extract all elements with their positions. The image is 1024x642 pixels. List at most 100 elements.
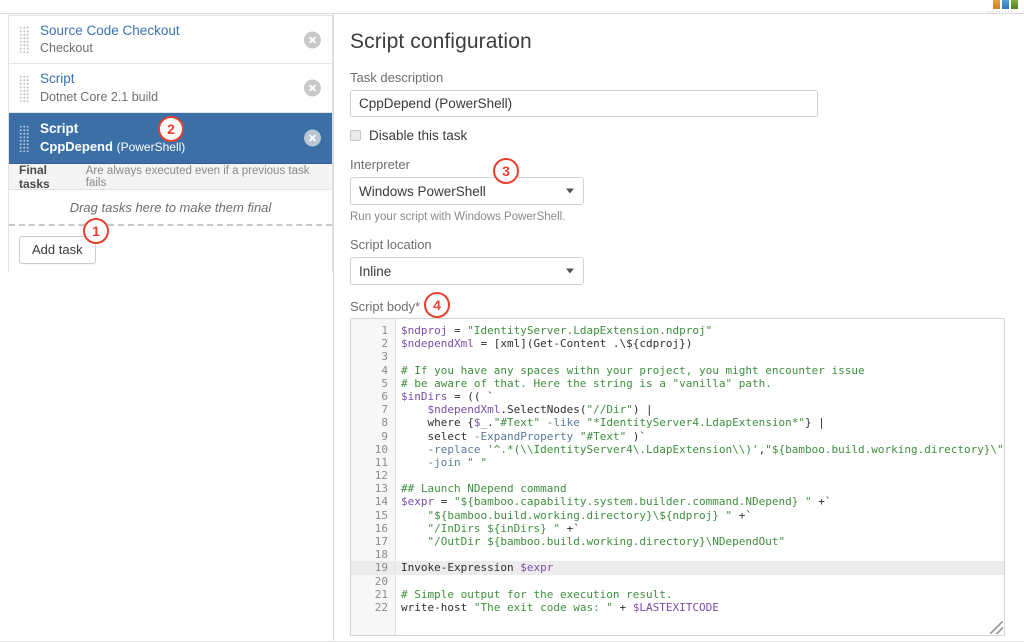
editor-line-number: 5 [351, 377, 395, 390]
code-token [401, 403, 428, 416]
code-token [573, 430, 580, 443]
disable-task-row[interactable]: Disable this task [350, 128, 1010, 143]
editor-code-line [401, 575, 1004, 588]
code-token: "IdentityServer.LdapExtension.ndproj" [467, 324, 712, 337]
remove-task-button[interactable] [304, 80, 321, 97]
editor-code-line: $inDirs = (( ` [401, 390, 1004, 403]
green-swatch-icon [1011, 0, 1018, 9]
script-body-label-text: Script body [350, 299, 415, 314]
disable-task-checkbox[interactable] [350, 130, 361, 141]
code-token: # Simple output for the execution result… [401, 588, 673, 601]
code-token: '^.*(\\IdentityServer4\.LdapExtension\\)… [487, 443, 759, 456]
editor-line-numbers: 12345678910111213141516171819202122 [351, 319, 396, 635]
task-description-input[interactable]: CppDepend (PowerShell) [350, 90, 818, 117]
code-token: "${bamboo.capability.system.builder.comm… [454, 495, 812, 508]
code-token: -like [540, 416, 586, 429]
interpreter-label: Interpreter [350, 157, 1010, 172]
code-token: write-host [401, 601, 474, 614]
code-token [401, 456, 428, 469]
editor-code-line [401, 469, 1004, 482]
browser-extension-icons [993, 0, 1018, 9]
final-tasks-note: Are always executed even if a previous t… [86, 165, 332, 189]
interpreter-selected-value: Windows PowerShell [359, 184, 486, 199]
blue-swatch-icon [1002, 0, 1009, 9]
editor-line-number: 7 [351, 403, 395, 416]
drag-handle-icon[interactable] [19, 75, 30, 102]
page-title: Script configuration [350, 30, 1010, 54]
app-root: Source Code Checkout Checkout Script Dot… [0, 0, 1024, 642]
editor-code-area[interactable]: $ndproj = "IdentityServer.LdapExtension.… [396, 319, 1004, 635]
code-token: -join [428, 456, 461, 469]
editor-code-line: write-host "The exit code was: " + $LAST… [401, 601, 1004, 614]
required-mark: * [415, 299, 420, 314]
code-token: = (( ` [447, 390, 493, 403]
editor-code-line: -join " " [401, 456, 1004, 469]
editor-code-line: $ndependXml = [xml](Get-Content .\${cdpr… [401, 337, 1004, 350]
pane-divider [333, 14, 334, 642]
close-icon [308, 134, 317, 143]
code-token: . [487, 416, 494, 429]
chevron-down-icon [566, 189, 574, 194]
code-token: $ndependXml [428, 403, 501, 416]
drag-hint-text: Drag tasks here to make them final [70, 200, 272, 215]
editor-line-number: 3 [351, 350, 395, 363]
add-task-button[interactable]: Add task [19, 236, 96, 264]
interpreter-select[interactable]: Windows PowerShell [350, 177, 584, 205]
editor-code-line: -replace '^.*(\\IdentityServer4\.LdapExt… [401, 443, 1004, 456]
remove-task-button[interactable] [304, 31, 321, 48]
chevron-down-icon [566, 269, 574, 274]
code-token: " " [467, 456, 487, 469]
script-configuration-panel: Script configuration Task description Cp… [350, 30, 1010, 319]
remove-task-button[interactable] [304, 130, 321, 147]
task-row[interactable]: Script Dotnet Core 2.1 build [9, 64, 332, 113]
code-token: $inDirs [401, 390, 447, 403]
script-location-select[interactable]: Inline [350, 257, 584, 285]
task-row[interactable]: Source Code Checkout Checkout [9, 15, 332, 64]
window-top-strip [0, 0, 1024, 13]
final-tasks-title: Final tasks [19, 163, 81, 191]
interpreter-hint: Run your script with Windows PowerShell. [350, 211, 1010, 223]
code-token: Invoke-Expression [401, 561, 520, 574]
code-token: ) | [633, 403, 653, 416]
final-tasks-header: Final tasks Are always executed even if … [9, 164, 332, 190]
task-title: Source Code Checkout [40, 23, 180, 39]
code-token: .SelectNodes( [500, 403, 586, 416]
code-token: # If you have any spaces withn your proj… [401, 364, 865, 377]
editor-code-line: "${bamboo.build.working.directory}\${ndp… [401, 509, 1004, 522]
script-location-label: Script location [350, 237, 1010, 252]
code-token: "/InDirs ${inDirs} " [428, 522, 560, 535]
editor-resize-handle[interactable] [990, 621, 1003, 634]
editor-line-number: 11 [351, 456, 395, 469]
editor-code-line: $ndproj = "IdentityServer.LdapExtension.… [401, 324, 1004, 337]
editor-code-line [401, 548, 1004, 561]
top-divider [0, 13, 1024, 14]
editor-code-line: "/OutDir ${bamboo.build.working.director… [401, 535, 1004, 548]
code-token: )` [626, 430, 646, 443]
code-token: "//Dir" [586, 403, 632, 416]
code-token: $LASTEXITCODE [633, 601, 719, 614]
code-token: where { [401, 416, 474, 429]
code-token: "*IdentityServer4.LdapExtension*" [586, 416, 805, 429]
task-subtitle-name: CppDepend [40, 139, 113, 154]
code-token: $ndependXml [401, 337, 474, 350]
code-token [401, 509, 428, 522]
drag-handle-icon[interactable] [19, 125, 30, 152]
editor-code-line: where {$_."#Text" -like "*IdentityServer… [401, 416, 1004, 429]
code-token: "#Text" [494, 416, 540, 429]
editor-line-number: 6 [351, 390, 395, 403]
drag-handle-icon[interactable] [19, 26, 30, 53]
code-token: $_ [474, 416, 487, 429]
code-token: + [613, 601, 633, 614]
final-tasks-dropzone[interactable]: Drag tasks here to make them final [9, 190, 332, 224]
editor-code-line: # Simple output for the execution result… [401, 588, 1004, 601]
script-body-editor[interactable]: 12345678910111213141516171819202122 $ndp… [350, 318, 1005, 636]
close-icon [308, 35, 317, 44]
editor-line-number: 9 [351, 430, 395, 443]
task-list: Source Code Checkout Checkout Script Dot… [8, 15, 333, 272]
code-token: ## Launch NDepend command [401, 482, 567, 495]
task-row-texts: Source Code Checkout Checkout [40, 23, 180, 57]
editor-code-line: "/InDirs ${inDirs} " +` [401, 522, 1004, 535]
editor-line-number: 17 [351, 535, 395, 548]
editor-code-line: $ndependXml.SelectNodes("//Dir") | [401, 403, 1004, 416]
code-token: "${bamboo.build.working.directory}\"" [765, 443, 1004, 456]
